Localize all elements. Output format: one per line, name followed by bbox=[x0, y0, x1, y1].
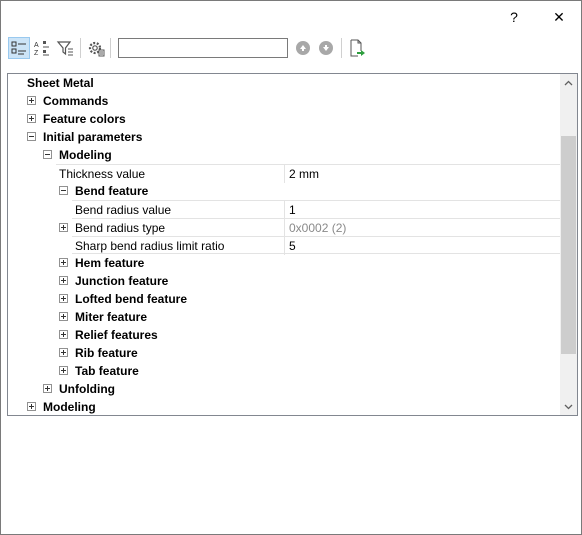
search-input[interactable] bbox=[118, 38, 288, 58]
scrollbar-thumb[interactable] bbox=[561, 136, 576, 354]
property-value[interactable]: 2 mm bbox=[284, 165, 560, 183]
expand-icon[interactable] bbox=[27, 402, 36, 411]
property-name: Sharp bend radius limit ratio bbox=[75, 239, 225, 253]
help-icon: ? bbox=[510, 9, 518, 25]
vertical-scrollbar[interactable] bbox=[560, 74, 577, 415]
tree-node-label: Miter feature bbox=[75, 310, 148, 324]
categorized-view-icon bbox=[11, 41, 26, 55]
tree-node-modeling[interactable]: Modeling bbox=[8, 146, 560, 164]
arrow-down-icon bbox=[323, 45, 329, 51]
tree-node-label: Bend feature bbox=[75, 184, 149, 198]
tree-node-label: Sheet Metal bbox=[27, 76, 94, 90]
property-row-bend-radius-type[interactable]: Bend radius type 0x0002 (2) bbox=[59, 218, 560, 237]
property-row-sharp-bend-ratio[interactable]: Sharp bend radius limit ratio 5 bbox=[72, 236, 560, 255]
svg-text:Z: Z bbox=[34, 50, 39, 57]
tree-node-feature-colors[interactable]: Feature colors bbox=[8, 110, 560, 128]
tree-node-relief-features[interactable]: Relief features bbox=[8, 326, 560, 344]
expand-icon[interactable] bbox=[43, 384, 52, 393]
tree-node-initial-parameters[interactable]: Initial parameters bbox=[8, 128, 560, 146]
properties-dialog: ? ✕ A Z Sheet Metal Commands Feature col… bbox=[0, 0, 582, 535]
property-value[interactable]: 1 bbox=[284, 201, 560, 219]
filter-button[interactable] bbox=[54, 37, 76, 59]
property-row-bend-radius[interactable]: Bend radius value 1 bbox=[72, 200, 560, 219]
chevron-down-icon bbox=[564, 404, 573, 409]
tree-node-sheet-metal[interactable]: Sheet Metal bbox=[8, 74, 560, 92]
toolbar-separator bbox=[80, 38, 81, 58]
tree-node-unfolding[interactable]: Unfolding bbox=[8, 380, 560, 398]
expand-icon[interactable] bbox=[59, 312, 68, 321]
tree-node-label: Unfolding bbox=[59, 382, 115, 396]
tree-node-label: Initial parameters bbox=[43, 130, 143, 144]
chevron-up-icon bbox=[564, 80, 573, 85]
tree-node-lofted-bend-feature[interactable]: Lofted bend feature bbox=[8, 290, 560, 308]
tree-node-junction-feature[interactable]: Junction feature bbox=[8, 272, 560, 290]
alphabetical-view-button[interactable]: A Z bbox=[31, 37, 53, 59]
toolbar-separator bbox=[341, 38, 342, 58]
tree-node-miter-feature[interactable]: Miter feature bbox=[8, 308, 560, 326]
collapse-icon[interactable] bbox=[27, 132, 36, 141]
scroll-up-button[interactable] bbox=[560, 74, 577, 91]
filter-icon bbox=[56, 41, 73, 56]
expand-icon[interactable] bbox=[59, 258, 68, 267]
collapse-icon[interactable] bbox=[59, 186, 68, 195]
property-name: Thickness value bbox=[59, 167, 146, 181]
expand-icon[interactable] bbox=[59, 276, 68, 285]
export-button[interactable] bbox=[346, 37, 368, 59]
property-value[interactable]: 5 bbox=[284, 237, 560, 255]
property-value: 0x0002 (2) bbox=[284, 219, 560, 237]
tree-node-label: Junction feature bbox=[75, 274, 169, 288]
tree-node-label: Lofted bend feature bbox=[75, 292, 188, 306]
property-tree[interactable]: Sheet Metal Commands Feature colors Init… bbox=[7, 73, 578, 416]
expand-icon[interactable] bbox=[27, 114, 36, 123]
tree-node-tab-feature[interactable]: Tab feature bbox=[8, 362, 560, 380]
scroll-down-button[interactable] bbox=[560, 398, 577, 415]
help-button[interactable]: ? bbox=[499, 5, 529, 29]
tree-node-label: Hem feature bbox=[75, 256, 145, 270]
tree-node-label: Modeling bbox=[43, 400, 96, 414]
property-name: Bend radius value bbox=[75, 203, 172, 217]
tree-node-label: Tab feature bbox=[75, 364, 139, 378]
tree-node-label: Modeling bbox=[59, 148, 112, 162]
gear-icon bbox=[88, 41, 105, 57]
close-button[interactable]: ✕ bbox=[544, 5, 574, 29]
expand-icon[interactable] bbox=[59, 294, 68, 303]
tree-node-rib-feature[interactable]: Rib feature bbox=[8, 344, 560, 362]
arrow-up-icon bbox=[300, 45, 306, 51]
categorized-view-button[interactable] bbox=[8, 37, 30, 59]
expand-icon[interactable] bbox=[59, 348, 68, 357]
tree-node-label: Commands bbox=[43, 94, 109, 108]
expand-icon[interactable] bbox=[59, 366, 68, 375]
settings-button[interactable] bbox=[85, 37, 107, 59]
expand-icon[interactable] bbox=[27, 96, 36, 105]
toolbar-separator bbox=[110, 38, 111, 58]
export-document-icon bbox=[350, 39, 365, 57]
previous-match-button[interactable] bbox=[296, 41, 310, 55]
sort-az-icon: A Z bbox=[34, 41, 49, 57]
collapse-icon[interactable] bbox=[43, 150, 52, 159]
tree-node-commands[interactable]: Commands bbox=[8, 92, 560, 110]
tree-node-label: Relief features bbox=[75, 328, 158, 342]
tree-node-label: Feature colors bbox=[43, 112, 126, 126]
tree-node-modeling-root[interactable]: Modeling bbox=[8, 398, 560, 415]
expand-icon[interactable] bbox=[59, 223, 68, 232]
tree-node-label: Rib feature bbox=[75, 346, 138, 360]
property-name: Bend radius type bbox=[75, 221, 166, 235]
tree-node-hem-feature[interactable]: Hem feature bbox=[8, 254, 560, 272]
toolbar: A Z bbox=[1, 34, 581, 62]
tree-node-bend-feature[interactable]: Bend feature bbox=[8, 182, 560, 200]
close-icon: ✕ bbox=[553, 8, 565, 25]
expand-icon[interactable] bbox=[59, 330, 68, 339]
svg-text:A: A bbox=[34, 42, 39, 49]
property-row-thickness[interactable]: Thickness value 2 mm bbox=[56, 164, 560, 183]
next-match-button[interactable] bbox=[319, 41, 333, 55]
